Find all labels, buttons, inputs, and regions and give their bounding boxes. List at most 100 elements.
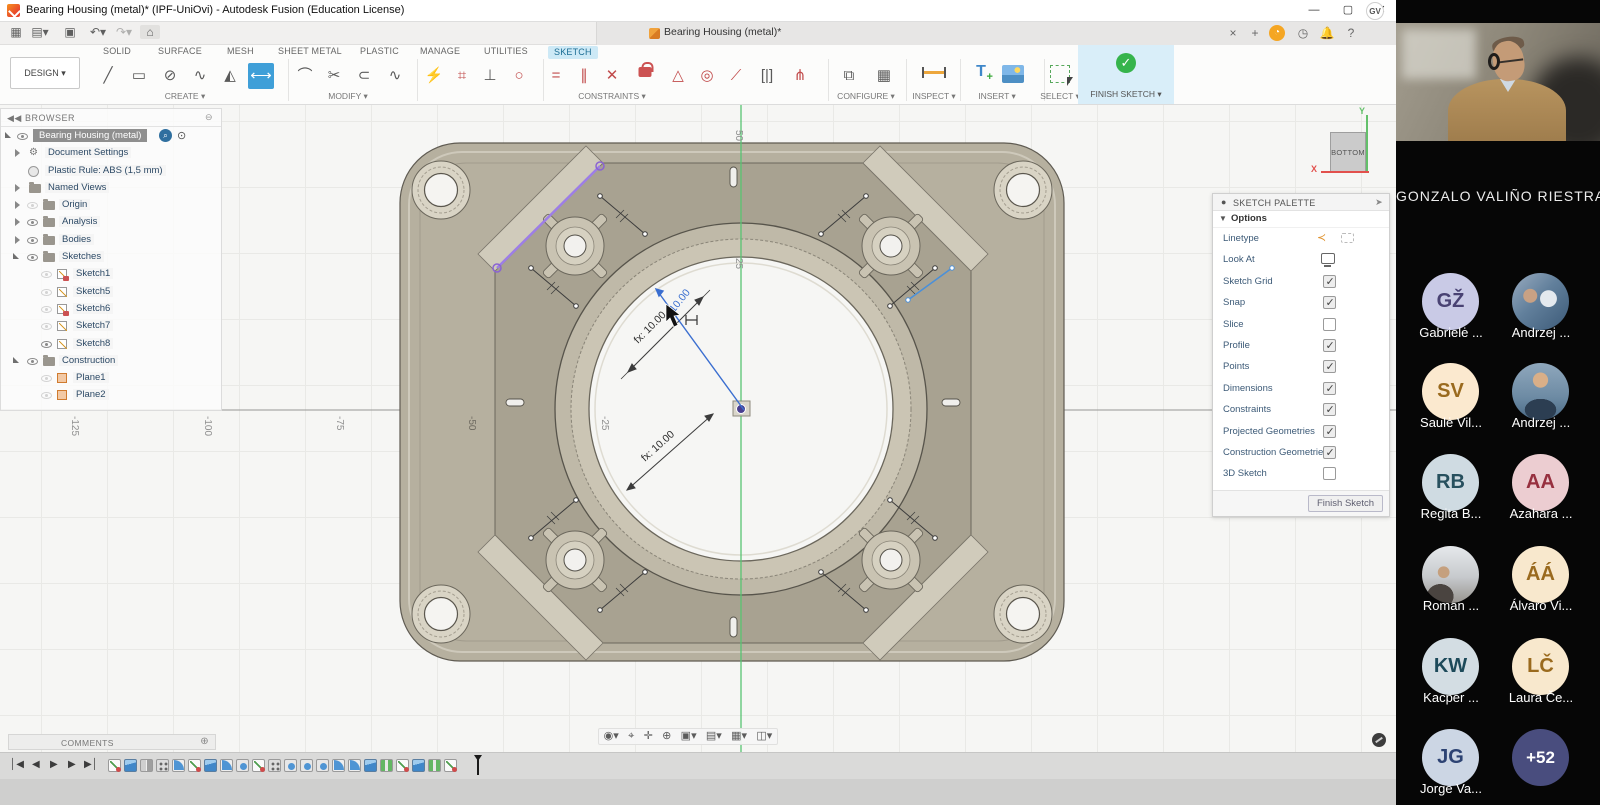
tab-sketch[interactable]: SKETCH (548, 46, 598, 59)
participant-overflow-badge[interactable]: +52 (1512, 729, 1569, 786)
configuration-table-icon[interactable]: ▦ (871, 63, 897, 89)
help-icon[interactable]: ? (1342, 24, 1360, 42)
extrude-feature-icon[interactable] (364, 759, 377, 772)
symmetry-constraint-icon[interactable]: [|] (754, 63, 780, 89)
presenter-video[interactable] (1396, 23, 1600, 141)
tree-item-sketches[interactable]: Sketches (1, 248, 221, 265)
snap-checkbox[interactable] (1323, 296, 1336, 309)
parallel-constraint-icon[interactable]: ∥ (571, 63, 597, 89)
tree-item-sketch5[interactable]: Sketch5 (1, 283, 221, 300)
sketch-grid-checkbox[interactable] (1323, 275, 1336, 288)
collapse-panel-icon[interactable]: ◀◀ (7, 113, 22, 124)
tree-item-plane2[interactable]: Plane2 (1, 386, 221, 403)
tab-manage[interactable]: MANAGE (420, 46, 460, 59)
fillet-feature-icon[interactable] (220, 759, 233, 772)
rectangle-tool-icon[interactable]: ▭ (126, 63, 152, 89)
display-settings-icon[interactable]: ▤▾ (706, 729, 722, 744)
notification-bell-icon[interactable]: 🔔 (1318, 24, 1336, 42)
participant-avatar[interactable]: SV (1422, 363, 1479, 420)
participant-avatar[interactable] (1512, 363, 1569, 420)
equal-constraint-icon[interactable]: = (543, 63, 569, 89)
close-tab-icon[interactable]: × (1224, 24, 1242, 42)
slice-checkbox[interactable] (1323, 318, 1336, 331)
step-back-button[interactable]: ◀ (32, 759, 40, 770)
group-configure-label[interactable]: CONFIGURE ▾ (837, 91, 895, 102)
extrude-feature-icon[interactable] (412, 759, 425, 772)
group-insert-label[interactable]: INSERT ▾ (978, 91, 1016, 102)
group-create-label[interactable]: CREATE ▾ (165, 91, 205, 102)
fillet-tool-icon[interactable]: ⌒ (292, 63, 318, 89)
hole-feature-icon[interactable] (284, 759, 297, 772)
circular-pattern-feature-icon[interactable] (268, 759, 281, 772)
finish-sketch-button[interactable]: ✓ FINISH SKETCH ▾ (1078, 45, 1174, 104)
measure-tool-icon[interactable] (923, 71, 945, 74)
tab-plastic[interactable]: PLASTIC (360, 46, 399, 59)
hole-feature-icon[interactable] (236, 759, 249, 772)
canvas-image-icon[interactable] (1002, 65, 1024, 83)
group-constraints-label[interactable]: CONSTRAINTS ▾ (578, 91, 646, 102)
trim-tool-icon[interactable]: ✂ (321, 63, 347, 89)
curvature-constraint-icon[interactable]: ⋔ (787, 63, 813, 89)
tree-item-sketch7[interactable]: Sketch7 (1, 317, 221, 334)
configure-cube-icon[interactable]: ⧉ (836, 63, 862, 89)
participant-avatar[interactable]: JG (1422, 729, 1479, 786)
construction-linetype-icon[interactable]: ≺ (1317, 233, 1326, 244)
linear-dimension-icon[interactable]: ⌗ (449, 63, 475, 89)
sketch-scale-icon[interactable]: ⚡ (421, 63, 447, 89)
activate-component-icon[interactable]: ⊙ (177, 129, 186, 142)
participant-avatar[interactable] (1512, 273, 1569, 330)
tree-item-sketch6[interactable]: Sketch6 (1, 300, 221, 317)
sketch-dimension-tool-icon[interactable]: ⟷ (248, 63, 274, 89)
document-tab[interactable]: Bearing Housing (metal)* (664, 26, 781, 38)
constraints-checkbox[interactable] (1323, 403, 1336, 416)
user-avatar[interactable]: GV (1366, 2, 1384, 20)
viewports-icon[interactable]: ◫▾ (756, 729, 772, 744)
workspace-switcher[interactable]: DESIGN ▾ (10, 57, 80, 89)
fillet-feature-icon[interactable] (332, 759, 345, 772)
group-modify-label[interactable]: MODIFY ▾ (328, 91, 368, 102)
add-comment-icon[interactable]: ⊕ (200, 736, 209, 747)
tree-item-sketch1[interactable]: Sketch1 (1, 265, 221, 282)
concentric-constraint-icon[interactable]: ◎ (694, 63, 720, 89)
fix-constraint-icon[interactable] (639, 67, 652, 77)
line-tool-icon[interactable]: ╱ (95, 63, 121, 89)
comments-bar[interactable]: COMMENTS ⊕ (8, 734, 216, 750)
tree-item-analysis[interactable]: Analysis (1, 213, 221, 230)
model-canvas[interactable]: fx: 10.00 10.00 fx: 10.00 -125 -100 -75 … (0, 105, 1396, 752)
minimize-button[interactable]: — (1299, 0, 1329, 21)
hole-feature-icon[interactable] (300, 759, 313, 772)
tree-item-document-settings[interactable]: ⚙Document Settings (1, 144, 221, 161)
participant-avatar[interactable]: AA (1512, 454, 1569, 511)
tab-mesh[interactable]: MESH (227, 46, 254, 59)
go-to-start-button[interactable]: │◀ (10, 759, 24, 770)
job-status-icon[interactable]: ◔ (1269, 25, 1285, 41)
timeline-marker[interactable] (474, 755, 481, 775)
mirror-tool-icon[interactable]: ◭ (217, 63, 243, 89)
home-icon[interactable]: ⌂ (140, 25, 160, 39)
tree-item-origin[interactable]: Origin (1, 196, 221, 213)
3d-sketch-checkbox[interactable] (1323, 467, 1336, 480)
participant-avatar[interactable] (1422, 546, 1479, 603)
extrude-feature-icon[interactable] (204, 759, 217, 772)
dock-panel-icon[interactable]: ➤ (1375, 197, 1383, 208)
grid-settings-icon[interactable]: ▦▾ (731, 729, 747, 744)
app-grid-icon[interactable]: ▦ (6, 25, 26, 39)
fillet-feature-icon[interactable] (172, 759, 185, 772)
break-tool-icon[interactable]: ∿ (382, 63, 408, 89)
tree-item-bodies[interactable]: Bodies (1, 231, 221, 248)
extrude-feature-icon[interactable] (124, 759, 137, 772)
tab-surface[interactable]: SURFACE (158, 46, 202, 59)
participant-avatar[interactable]: KW (1422, 638, 1479, 695)
construction-geometries-checkbox[interactable] (1323, 446, 1336, 459)
projected-geometries-checkbox[interactable] (1323, 425, 1336, 438)
history-clock-icon[interactable]: ◷ (1294, 24, 1312, 42)
sketch-feature-icon[interactable] (188, 759, 201, 772)
tree-item-plane1[interactable]: Plane1 (1, 369, 221, 386)
panel-options-icon[interactable]: ⊖ (205, 112, 213, 123)
step-forward-button[interactable]: ▶ (68, 759, 76, 770)
maximize-button[interactable]: ▢ (1333, 0, 1363, 21)
go-to-end-button[interactable]: ▶│ (84, 759, 98, 770)
select-tool-icon[interactable] (1050, 65, 1070, 83)
rectangular-pattern-feature-icon[interactable] (380, 759, 393, 772)
orbit-icon[interactable]: ◉▾ (604, 729, 619, 744)
